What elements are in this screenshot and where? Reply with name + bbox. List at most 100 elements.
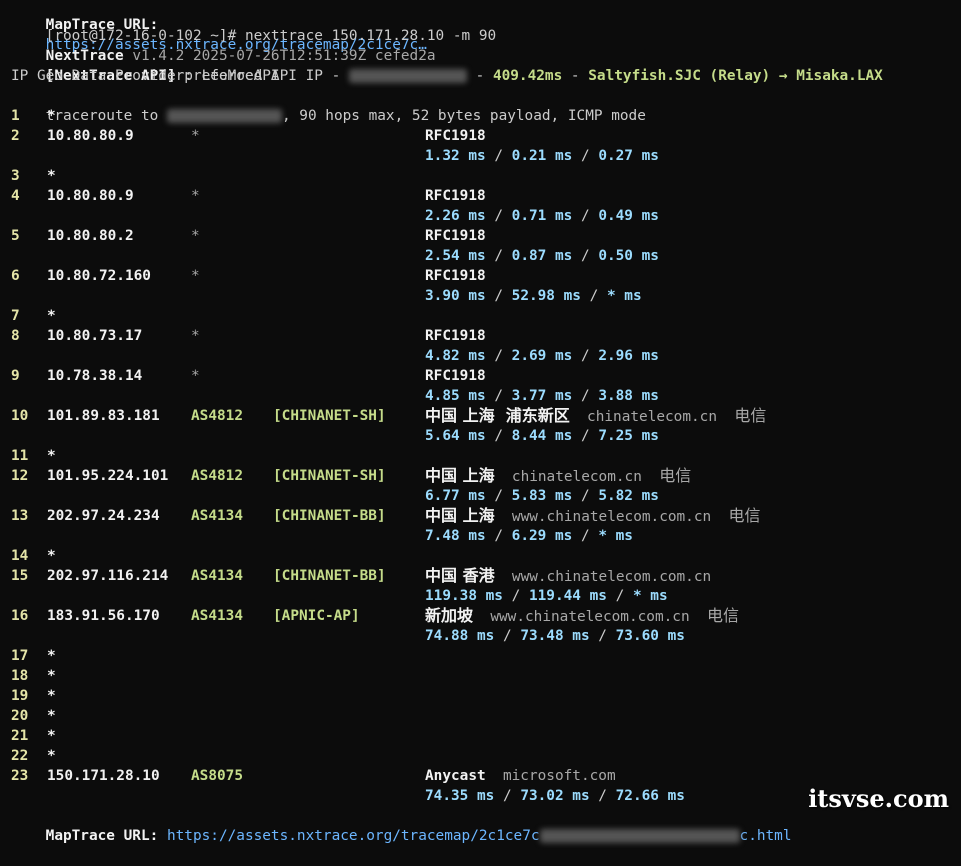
hop-row: 4 10.80.80.9 * RFC1918 <box>11 186 951 206</box>
hop-row: 5 10.80.80.2 * RFC1918 <box>11 226 951 246</box>
hop-net-tag: [CHINANET-SH] <box>273 408 386 424</box>
hop-ip: 202.97.116.214 <box>47 568 169 584</box>
hop-number: 3 <box>11 168 20 184</box>
hop-latency: 6.77 ms <box>425 488 486 504</box>
hop-latency: 0.49 ms <box>598 208 659 224</box>
hop-geo-info: 中国 上海 浦东新区 chinatelecom.cn 电信 <box>425 406 766 427</box>
hop-number: 5 <box>11 228 20 244</box>
redacted-api-ip <box>348 69 467 83</box>
hop-ip: 10.80.80.9 <box>47 188 134 204</box>
hop-asn: AS4812 <box>191 468 243 484</box>
hop-latency: 2.96 ms <box>598 348 659 364</box>
hop-row: 12 101.95.224.101 AS4812 [CHINANET-SH] 中国 上海… <box>11 466 951 486</box>
hop-isp: 电信 <box>659 466 692 485</box>
timeout-star: * <box>47 688 56 704</box>
timeout-star: * <box>47 728 56 744</box>
hop-ip: 183.91.56.170 <box>47 608 160 624</box>
hop-geo-info: RFC1918 <box>425 366 486 386</box>
hop-geo-info: 中国 上海 chinatelecom.cn 电信 <box>425 466 691 487</box>
hop-number: 10 <box>11 408 29 424</box>
hop-row: 3 * <box>11 166 951 186</box>
hop-geo-info: 中国 上海 www.chinatelecom.com.cn 电信 <box>425 506 761 527</box>
hop-latency: 2.54 ms <box>425 248 486 264</box>
hop-location: RFC1918 <box>425 268 486 284</box>
hop-number: 4 <box>11 188 20 204</box>
terminal-window[interactable]: MapTrace URL: https://assets.nxtrace.org… <box>0 0 961 844</box>
hop-latency: 1.32 ms <box>425 148 486 164</box>
hop-number: 22 <box>11 748 29 764</box>
hop-latency: 0.50 ms <box>598 248 659 264</box>
hop-row: 13 202.97.24.234 AS4134 [CHINANET-BB] 中国 上海 … <box>11 506 951 526</box>
hop-latency: 0.27 ms <box>598 148 659 164</box>
hop-asn-unknown: * <box>191 368 200 384</box>
timeout-star: * <box>47 548 56 564</box>
hop-ip: 10.80.72.160 <box>47 268 151 284</box>
hop-ip: 10.80.80.9 <box>47 128 134 144</box>
hop-net-tag: [APNIC-AP] <box>273 608 360 624</box>
api-latency: 409.42ms <box>492 68 563 84</box>
hop-row: 18 * <box>11 666 951 686</box>
hop-number: 16 <box>11 608 29 624</box>
hop-latency: * ms <box>632 588 668 604</box>
hop-row: 1 * <box>11 106 951 126</box>
hop-row: 14 * <box>11 546 951 566</box>
timeout-star: * <box>47 648 56 664</box>
hop-asn-unknown: * <box>191 188 200 204</box>
hop-number: 13 <box>11 508 29 524</box>
hop-row: 19 * <box>11 686 951 706</box>
hop-latency: 7.25 ms <box>598 428 659 444</box>
timeout-star: * <box>47 108 56 124</box>
timeout-star: * <box>47 308 56 324</box>
version-line: NextTrace v1.4.2 2025-07-26T12:51:39Z ce… <box>11 26 436 64</box>
hop-location: 中国 上海 <box>425 466 495 485</box>
hop-latency: 3.77 ms <box>511 388 573 404</box>
hop-geo-info: RFC1918 <box>425 226 486 246</box>
hop-latency: 8.44 ms <box>511 428 573 444</box>
hop-latency: 3.88 ms <box>598 388 659 404</box>
maptrace-url[interactable]: https://assets.nxtrace.org/tracemap/2c1c… <box>167 828 792 844</box>
hop-domain: www.chinatelecom.com.cn <box>490 609 690 625</box>
hop-asn: AS4134 <box>191 568 243 584</box>
hop-latency: 119.44 ms <box>528 588 607 604</box>
hop-latency: 73.60 ms <box>615 628 685 644</box>
hop-row: 15 202.97.116.214 AS4134 [CHINANET-BB] 中国 香港… <box>11 566 951 586</box>
timeout-star: * <box>47 668 56 684</box>
hop-net-tag: [CHINANET-BB] <box>273 568 386 584</box>
maptrace-label: MapTrace URL: <box>45 828 159 844</box>
hop-net-tag: [CHINANET-SH] <box>273 468 386 484</box>
hop-domain: microsoft.com <box>502 768 616 784</box>
hop-number: 6 <box>11 268 20 284</box>
timeout-star: * <box>47 748 56 764</box>
hop-location: RFC1918 <box>425 188 486 204</box>
api-separator-2: - <box>570 68 580 84</box>
hop-ip: 10.78.38.14 <box>47 368 143 384</box>
api-line: [NextTrace API] preferred API IP - - 409… <box>11 46 883 84</box>
hop-number: 18 <box>11 668 29 684</box>
timeout-star: * <box>47 448 56 464</box>
hop-latency: 119.38 ms <box>425 588 503 604</box>
hop-latency: 2.69 ms <box>511 348 573 364</box>
hop-location: Anycast <box>425 768 486 784</box>
hop-row: 16 183.91.56.170 AS4134 [APNIC-AP] 新加坡 www.c… <box>11 606 951 626</box>
redacted-url-part <box>539 829 740 843</box>
hop-number: 12 <box>11 468 29 484</box>
hop-asn: AS4134 <box>191 608 243 624</box>
hop-latency: * ms <box>606 288 642 304</box>
hop-asn: AS4134 <box>191 508 243 524</box>
hop-latency: 5.82 ms <box>598 488 659 504</box>
hop-geo-info: RFC1918 <box>425 266 486 286</box>
hop-latency: 6.29 ms <box>511 528 573 544</box>
hop-location: 中国 香港 <box>425 566 495 585</box>
hop-row: 21 * <box>11 726 951 746</box>
hop-asn: AS4812 <box>191 408 243 424</box>
hop-latency: 0.71 ms <box>511 208 573 224</box>
hop-latency: 74.35 ms <box>425 788 495 804</box>
hop-latency: 72.66 ms <box>615 788 685 804</box>
hop-net-tag: [CHINANET-BB] <box>273 508 386 524</box>
hop-asn-unknown: * <box>191 128 200 144</box>
hop-ip: 150.171.28.10 <box>47 768 160 784</box>
hop-location: 中国 上海 浦东新区 <box>425 406 570 425</box>
api-separator-1: - <box>475 68 485 84</box>
hop-row: 2 10.80.80.9 * RFC1918 <box>11 126 951 146</box>
timeout-star: * <box>47 168 56 184</box>
